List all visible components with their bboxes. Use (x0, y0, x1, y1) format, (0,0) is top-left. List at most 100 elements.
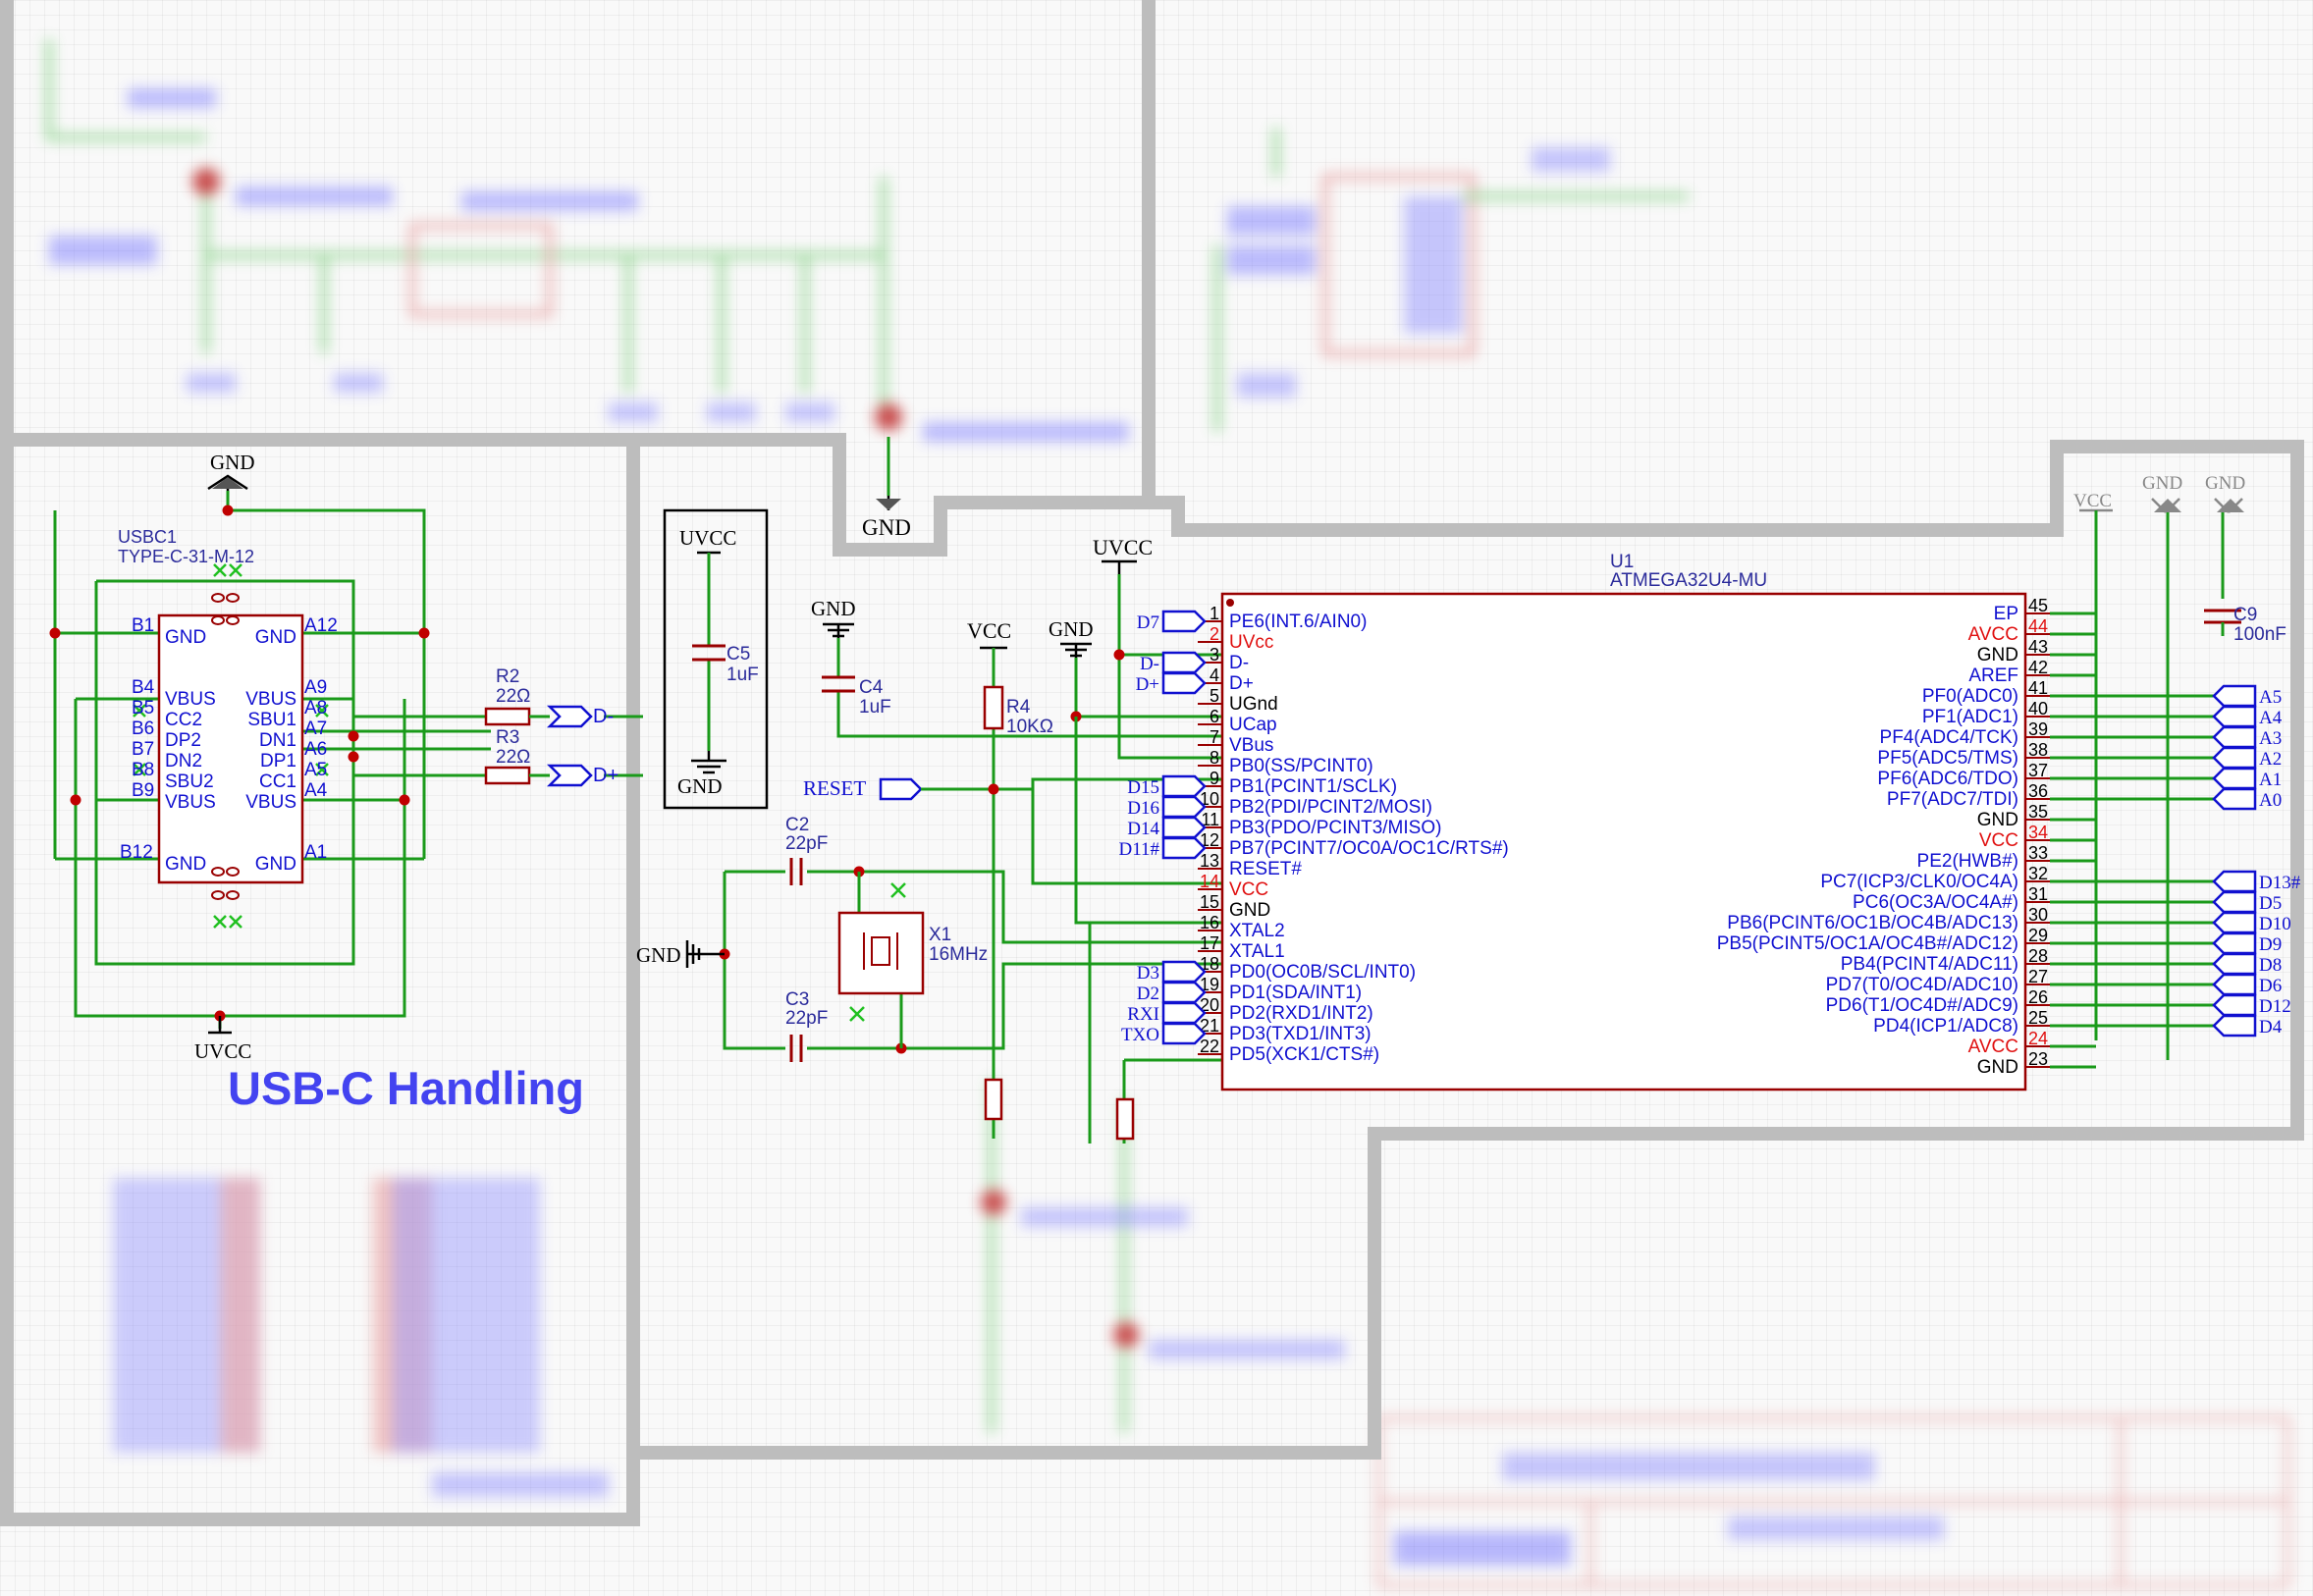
mcu-pin-label: PB1(PCINT1/SCLK) (1229, 776, 1397, 797)
mcu-net-port[interactable] (2212, 746, 2257, 770)
mcu-net-label: D12 (2259, 996, 2291, 1017)
mcu-net-port[interactable] (2212, 993, 2257, 1017)
mcu-net-label: D+ (1136, 674, 1159, 695)
mcu-pin-number: 15 (1200, 892, 1219, 912)
atmega-section: U1 ATMEGA32U4-MU 1 PE6(INT.6/AIN0) D7 2 UVcc… (1118, 473, 2301, 1091)
mcu-pin-label: UCap (1229, 715, 1277, 735)
mcu-pin-label: VCC (1229, 879, 1268, 900)
mcu-pin-label: PD0(OC0B/SCL/INT0) (1229, 962, 1416, 983)
mcu-pin-label: GND (1977, 810, 2018, 830)
mcu-pin-label: PF7(ADC7/TDI) (1887, 789, 2018, 810)
mcu-pin-number: 24 (2028, 1029, 2048, 1048)
mcu-net-label: D3 (1137, 963, 1159, 984)
mcu-pin-number: 38 (2028, 740, 2048, 760)
mcu-pin-number: 45 (2028, 596, 2048, 615)
mcu-pin-number: 39 (2028, 719, 2048, 739)
mcu-pin-number: 30 (2028, 905, 2048, 925)
mcu-pin-label: PC7(ICP3/CLK0/OC4A) (1820, 872, 2018, 892)
mcu-pin-label: VBus (1229, 735, 1273, 756)
mcu-net-label: D15 (1127, 777, 1159, 798)
mcu-net-port[interactable] (2212, 1014, 2257, 1037)
mcu-net-port[interactable] (2212, 684, 2257, 708)
schematic-canvas[interactable]: GND UVCC USBC1 TYPE-C-31-M-12 B1 B4 B5 B… (0, 0, 2313, 1596)
mcu-pin-number: 40 (2028, 699, 2048, 718)
mcu-pin-label: UVcc (1229, 632, 1273, 653)
mcu-net-label: D6 (2259, 976, 2282, 996)
mcu-pin-number: 37 (2028, 761, 2048, 780)
mcu-net-label: D11# (1118, 839, 1159, 860)
mcu-pin-label: AVCC (1968, 1037, 2018, 1057)
mcu-pin-number: 41 (2028, 678, 2048, 698)
mcu-pin-label: AVCC (1968, 624, 2018, 645)
mcu-net-port[interactable] (2212, 931, 2257, 955)
mcu-net-port[interactable] (2212, 973, 2257, 996)
mcu-pin-label: PB3(PDO/PCINT3/MISO) (1229, 818, 1441, 838)
mcu-pin-number: 1 (1210, 604, 1219, 623)
mcu-pin-number: 26 (2028, 987, 2048, 1007)
mcu-pin-label: PD7(T0/OC4D/ADC10) (1826, 975, 2018, 995)
mcu-pin-number: 2 (1210, 624, 1219, 644)
mcu-pin-label: PB6(PCINT6/OC1B/OC4B/ADC13) (1727, 913, 2018, 933)
mcu-net-label: D14 (1127, 819, 1159, 839)
mcu-pin-number: 44 (2028, 616, 2048, 636)
mcu-pin-number: 22 (1200, 1037, 1219, 1056)
mcu-pin-label: AREF (1968, 665, 2018, 686)
mcu-net-port[interactable] (1161, 774, 1207, 798)
right-vcc-label: VCC (2073, 491, 2112, 511)
mcu-net-port[interactable] (2212, 911, 2257, 934)
mcu-net-port[interactable] (2212, 767, 2257, 790)
mcu-pin-label: PC6(OC3A/OC4A#) (1853, 892, 2018, 913)
mcu-net-label: D2 (1137, 984, 1159, 1004)
mcu-pin-label: GND (1229, 900, 1270, 921)
mcu-net-label: D13# (2259, 873, 2301, 893)
mcu-net-port[interactable] (2212, 870, 2257, 893)
mcu-pin-label: D+ (1229, 673, 1254, 694)
mcu-net-port[interactable] (2212, 890, 2257, 914)
mcu-net-port[interactable] (1161, 651, 1207, 674)
mcu-pin-number: 31 (2028, 884, 2048, 904)
mcu-net-port[interactable] (2212, 705, 2257, 728)
mcu-net-port[interactable] (2212, 952, 2257, 976)
mcu-pin-label: PB5(PCINT5/OC1A/OC4B#/ADC12) (1717, 933, 2018, 954)
mcu-pin-number: 33 (2028, 843, 2048, 863)
mcu-pin-number: 9 (1210, 769, 1219, 788)
mcu-net-port[interactable] (1161, 1022, 1207, 1045)
mcu-pin-label: RESET# (1229, 859, 1302, 879)
mcu-pin-number: 27 (2028, 967, 2048, 986)
mcu-net-port[interactable] (1161, 795, 1207, 819)
mcu-pin-label: EP (1994, 604, 2018, 624)
c9-value: 100nF (2233, 624, 2286, 645)
mcu-pin-label: PD6(T1/OC4D#/ADC9) (1826, 995, 2018, 1016)
mcu-pin-label: PF6(ADC6/TDO) (1877, 769, 2018, 789)
mcu-pin-label: XTAL1 (1229, 941, 1285, 962)
mcu-pin-label: PD2(RXD1/INT2) (1229, 1003, 1373, 1024)
mcu-pin-number: 32 (2028, 864, 2048, 883)
mcu-net-port[interactable] (1161, 671, 1207, 695)
mcu-pin-label: PB0(SS/PCINT0) (1229, 756, 1373, 776)
mcu-pin-number: 16 (1200, 913, 1219, 932)
mcu-pin-label: GND (1977, 645, 2018, 665)
mcu-pin-label: PB4(PCINT4/ADC11) (1841, 954, 2018, 975)
mcu-net-port[interactable] (1161, 836, 1207, 860)
mcu-net-port[interactable] (1161, 1001, 1207, 1025)
mcu-pin-label: PF0(ADC0) (1922, 686, 2018, 707)
mcu-net-label: A5 (2259, 687, 2282, 708)
mcu-net-port[interactable] (1161, 610, 1207, 633)
mcu-net-port[interactable] (1161, 981, 1207, 1004)
mcu-net-port[interactable] (2212, 787, 2257, 811)
right-gnd1-label: GND (2142, 473, 2182, 494)
mcu-net-label: A3 (2259, 728, 2282, 749)
mcu-pin-number: 3 (1210, 645, 1219, 665)
mcu-net-port[interactable] (2212, 725, 2257, 749)
mcu-pin-number: 17 (1200, 933, 1219, 953)
mcu-net-label: A2 (2259, 749, 2282, 770)
mcu-net-label: D4 (2259, 1017, 2283, 1037)
mcu-net-port[interactable] (1161, 960, 1207, 984)
mcu-pin-number: 25 (2028, 1008, 2048, 1028)
mcu-pin-label: PE6(INT.6/AIN0) (1229, 612, 1367, 632)
mcu-pin-label: PF5(ADC5/TMS) (1877, 748, 2018, 769)
mcu-designator: U1 (1610, 552, 1634, 572)
mcu-pin-number: 28 (2028, 946, 2048, 966)
mcu-net-port[interactable] (1161, 816, 1207, 839)
mcu-pin-number: 5 (1210, 686, 1219, 706)
